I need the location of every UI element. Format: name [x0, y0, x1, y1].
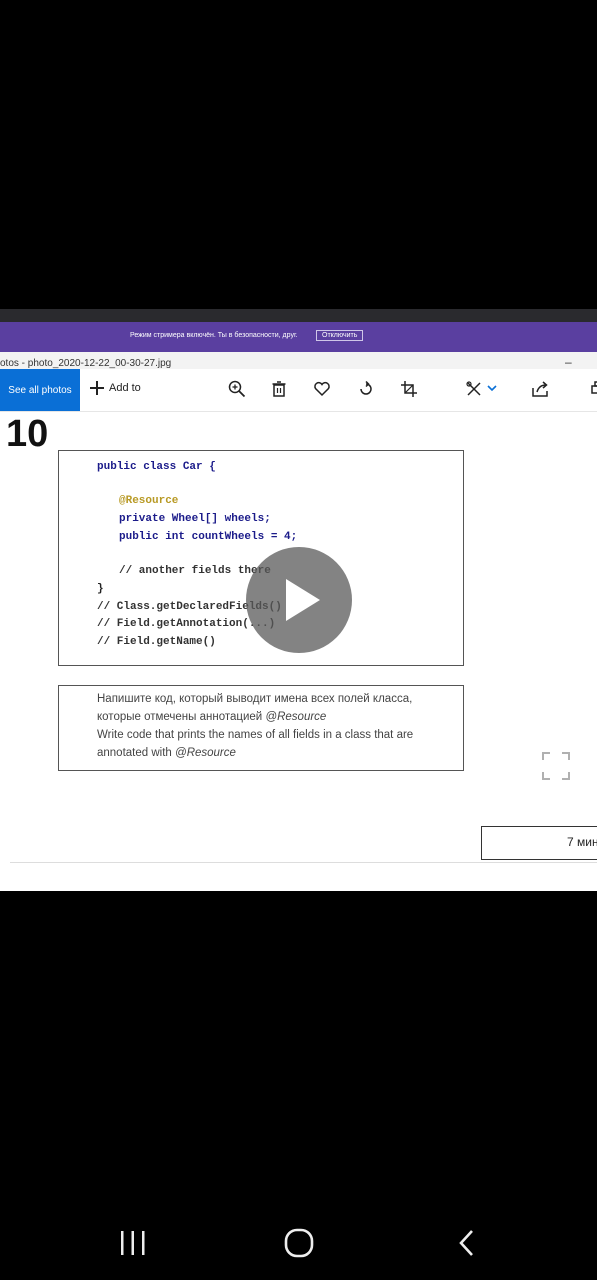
timer-label: 7 мин — [567, 835, 597, 849]
code-line: public class Car { — [97, 461, 216, 473]
streamer-message: Режим стримера включён. Ты в безопасност… — [130, 332, 298, 339]
plus-icon — [90, 381, 104, 395]
divider — [10, 862, 597, 863]
timer-box: 7 мин — [481, 826, 597, 860]
task-box: Напишите код, который выводит имена всех… — [58, 685, 464, 771]
slide-number: 10 — [6, 413, 49, 455]
fullscreen-icon[interactable] — [541, 751, 571, 781]
code-line: public int countWheels = 4; — [119, 531, 298, 543]
photo-toolbar: See all photos Add to — [0, 369, 597, 412]
zoom-in-icon[interactable] — [228, 380, 246, 398]
disable-streamer-button[interactable]: Отключить — [316, 330, 364, 341]
task-text-en-2: annotated with @Resource — [97, 747, 236, 759]
task-annotation-ru: @Resource — [265, 711, 327, 723]
task-text-en-1: Write code that prints the names of all … — [97, 729, 414, 741]
delete-icon[interactable] — [270, 380, 288, 398]
streamer-banner: Режим стримера включён. Ты в безопасност… — [0, 322, 597, 352]
task-annotation-en: @Resource — [175, 747, 236, 759]
add-to-button[interactable]: Add to — [90, 381, 141, 395]
heart-icon[interactable] — [313, 380, 331, 398]
task-text-en-2a: annotated with — [97, 747, 176, 759]
back-icon[interactable] — [455, 1228, 479, 1258]
add-to-label: Add to — [109, 382, 141, 394]
code-line: private Wheel[] wheels; — [119, 513, 271, 525]
print-icon[interactable] — [590, 380, 597, 398]
code-line: // Field.getName() — [97, 636, 216, 648]
home-icon[interactable] — [283, 1227, 315, 1259]
android-nav-bar — [0, 1200, 597, 1280]
video-frame[interactable]: Режим стримера включён. Ты в безопасност… — [0, 309, 597, 891]
play-button[interactable] — [246, 547, 352, 653]
code-line: @Resource — [119, 495, 179, 507]
task-text-ru-2a: которые отмечены аннотацией — [97, 711, 266, 723]
crop-icon[interactable] — [400, 380, 418, 398]
frame-top-bar — [0, 309, 597, 322]
share-icon[interactable] — [531, 380, 549, 398]
see-all-photos-label: See all photos — [8, 384, 72, 396]
play-icon — [286, 579, 320, 621]
edit-create-icon[interactable] — [465, 380, 483, 398]
rotate-icon[interactable] — [357, 380, 375, 398]
minimize-button[interactable]: – — [565, 355, 572, 369]
task-text-ru-2: которые отмечены аннотацией @Resource — [97, 711, 326, 723]
window-title: otos - photo_2020-12-22_00-30-27.jpg — [0, 358, 172, 369]
chevron-down-icon[interactable] — [486, 380, 498, 398]
recent-apps-icon[interactable] — [118, 1228, 148, 1258]
see-all-photos-button[interactable]: See all photos — [0, 369, 80, 411]
task-text-ru-1: Напишите код, который выводит имена всех… — [97, 693, 413, 705]
code-line: } — [97, 583, 104, 595]
